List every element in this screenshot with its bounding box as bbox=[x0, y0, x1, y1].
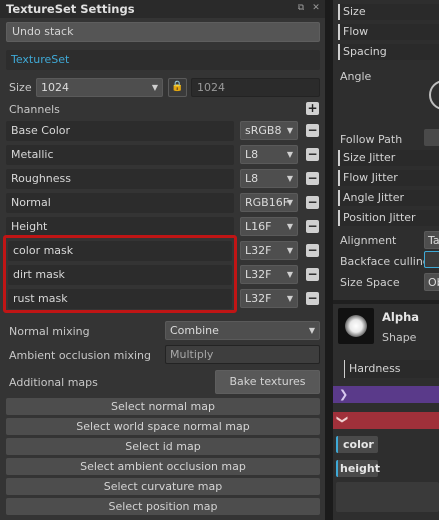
remove-channel-button[interactable]: − bbox=[306, 292, 319, 305]
channel-format-dropdown[interactable]: L16F ▼ bbox=[240, 217, 298, 236]
select-world-space-normal-map-button[interactable]: Select world space normal map bbox=[6, 418, 320, 435]
normal-mixing-dropdown[interactable]: Combine ▼ bbox=[165, 321, 320, 340]
channel-format: sRGB8 bbox=[245, 124, 282, 137]
backface-culling-label: Backface culling bbox=[340, 255, 430, 268]
chevron-down-icon: ▼ bbox=[286, 150, 293, 159]
position-jitter-slider[interactable]: Position Jitter bbox=[338, 210, 439, 226]
size-dropdown[interactable]: 1024 ▼ bbox=[36, 78, 163, 97]
channel-format: L16F bbox=[245, 220, 272, 233]
empty-slot bbox=[336, 482, 439, 512]
chevron-down-icon: ▼ bbox=[286, 126, 293, 135]
channel-format: RGB16F bbox=[245, 196, 290, 209]
follow-path-label: Follow Path bbox=[340, 133, 403, 146]
channel-format: L8 bbox=[245, 172, 259, 185]
size-linked-field: 1024 bbox=[191, 78, 320, 97]
size-value: 1024 bbox=[41, 81, 69, 94]
select-normal-map-button[interactable]: Select normal map bbox=[6, 398, 320, 415]
channel-format-dropdown[interactable]: L32F ▼ bbox=[240, 241, 298, 260]
chevron-down-icon: ▼ bbox=[151, 83, 158, 92]
flow-slider[interactable]: Flow bbox=[338, 24, 439, 40]
panel-titlebar: TextureSet Settings ⧉ ✕ bbox=[0, 0, 325, 18]
remove-channel-button[interactable]: − bbox=[306, 172, 319, 185]
remove-channel-button[interactable]: − bbox=[306, 196, 319, 209]
channel-format: L32F bbox=[245, 268, 272, 281]
channel-name: color mask bbox=[8, 241, 232, 261]
undo-stack-button[interactable]: Undo stack bbox=[6, 22, 320, 42]
remove-channel-button[interactable]: − bbox=[306, 124, 319, 137]
chevron-down-icon: ▼ bbox=[286, 294, 293, 303]
channels-label: Channels bbox=[9, 103, 60, 116]
alpha-subtitle: Shape bbox=[382, 331, 417, 344]
additional-maps-label: Additional maps bbox=[9, 376, 98, 389]
tag-color[interactable]: color bbox=[336, 436, 378, 453]
select-ao-map-button[interactable]: Select ambient occlusion map bbox=[6, 458, 320, 475]
chevron-right-icon: ❯ bbox=[339, 388, 349, 401]
red-section-header[interactable]: ❯ bbox=[333, 412, 439, 429]
follow-path-toggle[interactable] bbox=[424, 129, 439, 146]
size-jitter-slider[interactable]: Size Jitter bbox=[338, 150, 439, 166]
tag-height[interactable]: height bbox=[336, 460, 380, 477]
size-space-dropdown[interactable]: Ob bbox=[424, 273, 439, 291]
panel-splitter[interactable] bbox=[325, 0, 333, 520]
textureset-selector[interactable]: TextureSet bbox=[6, 50, 320, 70]
chevron-down-icon: ▼ bbox=[286, 222, 293, 231]
normal-mixing-value: Combine bbox=[170, 324, 219, 337]
add-channel-button[interactable]: + bbox=[306, 102, 319, 115]
channel-format-dropdown[interactable]: RGB16F ▼ bbox=[240, 193, 298, 212]
channel-format: L32F bbox=[245, 244, 272, 257]
channel-format: L8 bbox=[245, 148, 259, 161]
angle-jitter-slider[interactable]: Angle Jitter bbox=[338, 190, 439, 206]
remove-channel-button[interactable]: − bbox=[306, 220, 319, 233]
channel-name: Base Color bbox=[6, 121, 234, 141]
channel-name: Roughness bbox=[6, 169, 234, 189]
chevron-down-icon: ❯ bbox=[336, 414, 350, 425]
select-position-map-button[interactable]: Select position map bbox=[6, 498, 320, 515]
size-slider[interactable]: Size bbox=[338, 4, 439, 20]
angle-label: Angle bbox=[340, 70, 372, 83]
channel-format-dropdown[interactable]: sRGB8 ▼ bbox=[240, 121, 298, 140]
channel-format-dropdown[interactable]: L32F ▼ bbox=[240, 289, 298, 308]
alignment-dropdown[interactable]: Ta bbox=[424, 231, 439, 249]
panel-title: TextureSet Settings bbox=[6, 2, 135, 16]
channel-name: Normal bbox=[6, 193, 234, 213]
select-id-map-button[interactable]: Select id map bbox=[6, 438, 320, 455]
purple-section-header[interactable]: ❯ bbox=[333, 386, 439, 403]
channel-name: dirt mask bbox=[8, 265, 232, 285]
channel-format-dropdown[interactable]: L8 ▼ bbox=[240, 169, 298, 188]
float-window-icon[interactable]: ⧉ bbox=[296, 3, 306, 13]
size-label: Size bbox=[9, 81, 32, 94]
chevron-down-icon: ▼ bbox=[286, 174, 293, 183]
backface-culling-toggle[interactable] bbox=[424, 251, 439, 268]
select-curvature-map-button[interactable]: Select curvature map bbox=[6, 478, 320, 495]
channel-name: Metallic bbox=[6, 145, 234, 165]
channel-format-dropdown[interactable]: L32F ▼ bbox=[240, 265, 298, 284]
remove-channel-button[interactable]: − bbox=[306, 148, 319, 161]
channel-format-dropdown[interactable]: L8 ▼ bbox=[240, 145, 298, 164]
hardness-slider[interactable]: Hardness bbox=[344, 360, 439, 378]
channel-name: rust mask bbox=[8, 289, 232, 309]
ao-mixing-field[interactable]: Multiply bbox=[165, 345, 320, 364]
flow-jitter-slider[interactable]: Flow Jitter bbox=[338, 170, 439, 186]
alpha-shape-preview bbox=[345, 315, 367, 337]
alpha-thumbnail[interactable] bbox=[338, 308, 374, 344]
section-divider bbox=[333, 300, 439, 304]
size-space-label: Size Space bbox=[340, 276, 400, 289]
ao-mixing-label: Ambient occlusion mixing bbox=[9, 349, 151, 362]
lock-icon[interactable]: 🔒 bbox=[168, 78, 187, 97]
chevron-down-icon: ▼ bbox=[286, 198, 293, 207]
alpha-title: Alpha bbox=[382, 310, 420, 324]
channel-name: Height bbox=[6, 217, 234, 237]
remove-channel-button[interactable]: − bbox=[306, 244, 319, 257]
channel-format: L32F bbox=[245, 292, 272, 305]
alignment-label: Alignment bbox=[340, 234, 397, 247]
close-icon[interactable]: ✕ bbox=[311, 3, 321, 13]
normal-mixing-label: Normal mixing bbox=[9, 325, 90, 338]
chevron-down-icon: ▼ bbox=[286, 246, 293, 255]
chevron-down-icon: ▼ bbox=[286, 270, 293, 279]
chevron-down-icon: ▼ bbox=[308, 326, 315, 335]
spacing-slider[interactable]: Spacing bbox=[338, 44, 439, 60]
bake-textures-button[interactable]: Bake textures bbox=[215, 370, 320, 394]
remove-channel-button[interactable]: − bbox=[306, 268, 319, 281]
